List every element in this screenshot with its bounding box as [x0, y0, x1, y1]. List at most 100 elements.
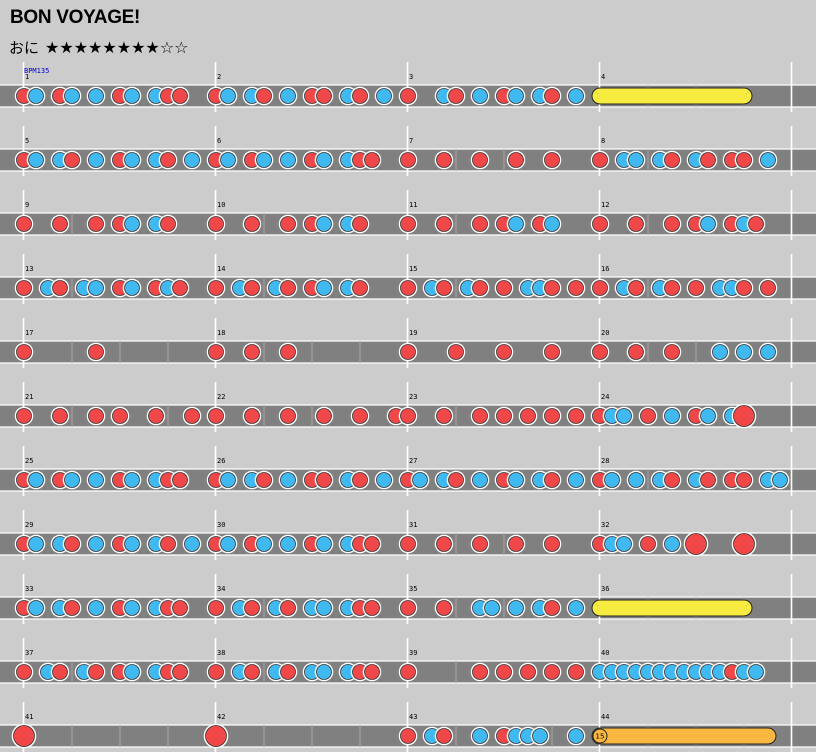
- measure-number: 15: [409, 265, 417, 273]
- note-face: [364, 664, 380, 680]
- don-note: [662, 214, 682, 234]
- don-note: [662, 278, 682, 298]
- note-face: [544, 216, 560, 232]
- ka-note: [758, 342, 778, 362]
- measure-number: 20: [601, 329, 609, 337]
- note-face: [472, 536, 488, 552]
- note-face: [628, 280, 644, 296]
- ka-note: [122, 278, 142, 298]
- ka-note: [602, 470, 622, 490]
- don-note: [590, 342, 610, 362]
- ka-note: [482, 598, 502, 618]
- ka-note: [566, 86, 586, 106]
- don-note: [62, 534, 82, 554]
- ka-note: [710, 342, 730, 362]
- note-face: [748, 664, 764, 680]
- note-face: [736, 472, 752, 488]
- note-face: [28, 472, 44, 488]
- don-note: [494, 342, 514, 362]
- note-face: [172, 664, 188, 680]
- measure-number: 8: [601, 137, 605, 145]
- don-note: [470, 662, 490, 682]
- measure-number: 23: [409, 393, 417, 401]
- don-note: [314, 406, 334, 426]
- ka-note: [530, 726, 550, 746]
- measure-number: 41: [25, 713, 33, 721]
- note-face: [52, 664, 68, 680]
- note-face: [16, 408, 32, 424]
- balloon-note: [591, 727, 777, 745]
- measure-number: 37: [25, 649, 33, 657]
- ka-note: [314, 214, 334, 234]
- measure-number: 22: [217, 393, 225, 401]
- don-note: [62, 150, 82, 170]
- ka-note: [506, 86, 526, 106]
- note-face: [628, 344, 644, 360]
- measure-number: 35: [409, 585, 417, 593]
- don-note: [542, 406, 562, 426]
- measure-number: 4: [601, 73, 605, 81]
- don-note: [206, 278, 226, 298]
- ka-note: [122, 214, 142, 234]
- ka-note: [506, 598, 526, 618]
- measure-number: 21: [25, 393, 33, 401]
- note-face: [568, 472, 584, 488]
- note-face: [316, 408, 332, 424]
- ka-note: [314, 598, 334, 618]
- ka-note: [314, 150, 334, 170]
- note-face: [256, 152, 272, 168]
- don-note: [590, 278, 610, 298]
- ka-note: [314, 662, 334, 682]
- don-note: [542, 86, 562, 106]
- ka-note: [86, 278, 106, 298]
- note-face: [172, 600, 188, 616]
- ka-note: [506, 470, 526, 490]
- ka-note: [218, 534, 238, 554]
- note-face: [64, 472, 80, 488]
- note-face: [592, 152, 608, 168]
- don-note: [86, 662, 106, 682]
- note-face: [172, 88, 188, 104]
- note-face: [88, 600, 104, 616]
- note-face: [184, 152, 200, 168]
- note-face: [208, 664, 224, 680]
- ka-note: [182, 534, 202, 554]
- big-don-note: [203, 723, 229, 749]
- don-note: [146, 406, 166, 426]
- note-face: [508, 472, 524, 488]
- note-face: [400, 88, 416, 104]
- don-note: [698, 470, 718, 490]
- note-face: [88, 344, 104, 360]
- note-face: [736, 280, 752, 296]
- note-face: [664, 408, 680, 424]
- don-note: [206, 214, 226, 234]
- measure-number: 36: [601, 585, 609, 593]
- don-note: [350, 470, 370, 490]
- ka-note: [86, 470, 106, 490]
- note-face: [448, 472, 464, 488]
- don-note: [158, 214, 178, 234]
- ka-note: [26, 86, 46, 106]
- note-face: [700, 216, 716, 232]
- measure-number: 38: [217, 649, 225, 657]
- note-face: [685, 533, 707, 555]
- measure-number: 5: [25, 137, 29, 145]
- note-face: [124, 88, 140, 104]
- note-face: [112, 408, 128, 424]
- measure-number: 28: [601, 457, 609, 465]
- don-note: [506, 150, 526, 170]
- note-face: [544, 472, 560, 488]
- ka-note: [122, 470, 142, 490]
- ka-note: [410, 470, 430, 490]
- note-face: [568, 600, 584, 616]
- don-note: [698, 150, 718, 170]
- ka-note: [218, 86, 238, 106]
- note-face: [64, 536, 80, 552]
- ka-note: [26, 150, 46, 170]
- don-note: [662, 342, 682, 362]
- note-face: [208, 216, 224, 232]
- don-note: [566, 278, 586, 298]
- note-face: [544, 600, 560, 616]
- don-note: [158, 150, 178, 170]
- don-note: [278, 662, 298, 682]
